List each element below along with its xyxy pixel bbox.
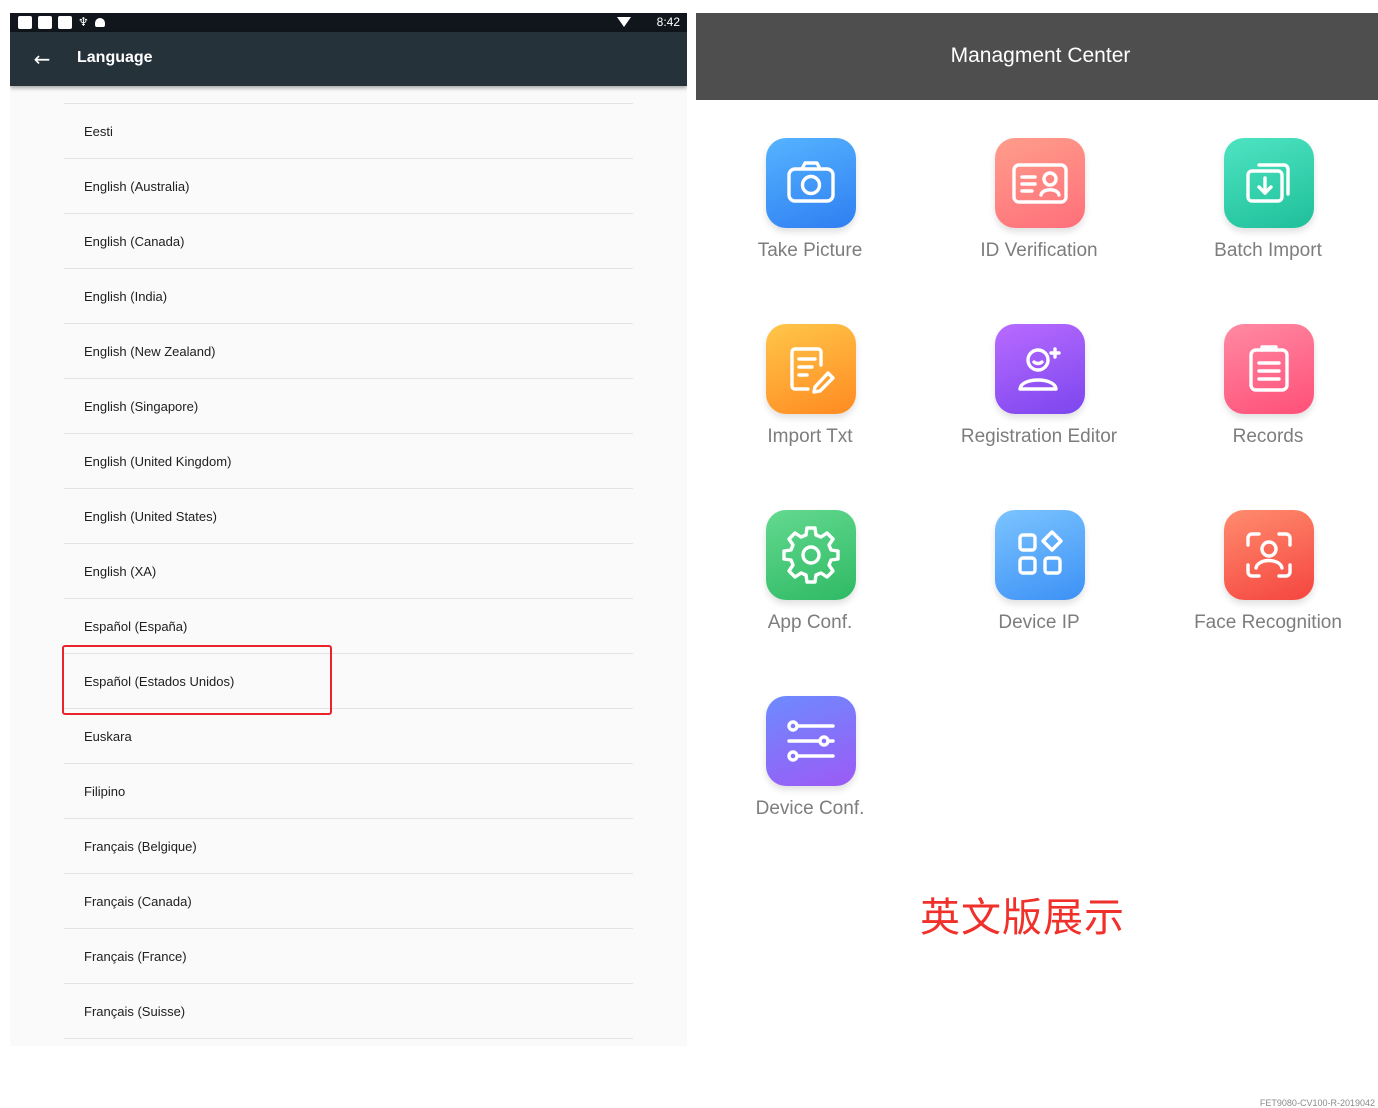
tile-id-verification[interactable]: ID Verification [925, 138, 1153, 288]
language-label: English (India) [84, 289, 168, 304]
notification-icon [18, 16, 32, 29]
tile-label: Face Recognition [1194, 612, 1342, 633]
tile-label: Registration Editor [960, 426, 1118, 447]
tile-import-txt[interactable]: Import Txt [696, 324, 924, 474]
app-conf-icon [766, 510, 856, 600]
records-icon [1224, 324, 1314, 414]
caption-english-version: 英文版展示 [920, 895, 1125, 941]
language-item[interactable]: English (Canada) [64, 214, 633, 269]
android-debug-icon [94, 18, 105, 27]
language-label: English (Singapore) [84, 399, 199, 414]
language-label: English (United Kingdom) [84, 454, 232, 469]
notification-icon [58, 16, 72, 29]
language-item[interactable]: English (United Kingdom) [64, 434, 633, 489]
tile-label: Take Picture [757, 240, 863, 261]
page-title: Language [77, 49, 153, 66]
camera-icon [766, 138, 856, 228]
tile-label: App Conf. [767, 612, 853, 633]
notification-icons: ♆ [18, 16, 105, 29]
tile-label: ID Verification [980, 240, 1098, 261]
language-item[interactable]: Français (Belgique) [64, 819, 633, 874]
language-item[interactable]: Français (Canada) [64, 874, 633, 929]
tile-label: Records [1232, 426, 1304, 447]
language-label: English (New Zealand) [84, 344, 216, 359]
language-settings-screen: ♆ 8:42 ← Language Eesti English (Australi… [10, 13, 687, 1046]
back-arrow-icon[interactable]: ← [29, 46, 55, 72]
tile-label: Device Conf. [755, 798, 865, 819]
tile-records[interactable]: Records [1154, 324, 1378, 474]
tile-face-recognition[interactable]: Face Recognition [1154, 510, 1378, 660]
tile-label: Device IP [998, 612, 1080, 633]
tile-device-ip[interactable]: Device IP [925, 510, 1153, 660]
language-item[interactable]: Eesti [64, 104, 633, 159]
tile-label: Batch Import [1214, 240, 1322, 261]
device-conf-icon [766, 696, 856, 786]
language-label: English (Canada) [84, 234, 185, 249]
language-label: English (Australia) [84, 179, 190, 194]
language-item[interactable]: English (XA) [64, 544, 633, 599]
language-item[interactable]: English (United States) [64, 489, 633, 544]
tile-registration-editor[interactable]: Registration Editor [925, 324, 1153, 474]
language-label: Eesti [84, 124, 113, 139]
import-txt-icon [766, 324, 856, 414]
language-label: Français (France) [84, 949, 187, 964]
batch-import-icon [1224, 138, 1314, 228]
tile-device-conf[interactable]: Device Conf. [696, 696, 924, 846]
language-label: Français (Suisse) [84, 1004, 186, 1019]
language-label: Filipino [84, 784, 126, 799]
composite-screenshot: ♆ 8:42 ← Language Eesti English (Australi… [0, 0, 1378, 1108]
wifi-icon [617, 17, 631, 27]
language-item[interactable]: English (New Zealand) [64, 324, 633, 379]
document-code: FET9080-CV100-R-2019042 [1259, 1098, 1375, 1108]
app-toolbar: ← Language [10, 32, 687, 86]
language-item[interactable]: Français (Suisse) [64, 984, 633, 1039]
management-header: Managment Center [696, 13, 1378, 100]
id-card-icon [995, 138, 1085, 228]
language-list: Eesti English (Australia) English (Canada)… [62, 103, 633, 1039]
language-item[interactable]: Filipino [64, 764, 633, 819]
management-title: Managment Center [950, 44, 1131, 67]
language-label: Français (Canada) [84, 894, 192, 909]
language-label: Español (España) [84, 619, 188, 634]
device-ip-icon [995, 510, 1085, 600]
language-label: Euskara [84, 729, 132, 744]
tile-app-conf[interactable]: App Conf. [696, 510, 924, 660]
language-label: Español (Estados Unidos) [84, 674, 235, 689]
language-label: Français (Belgique) [84, 839, 197, 854]
language-item[interactable]: Euskara [64, 709, 633, 764]
face-recognition-icon [1224, 510, 1314, 600]
notification-icon [38, 16, 52, 29]
language-item[interactable]: Français (France) [64, 929, 633, 984]
language-item[interactable]: English (Australia) [64, 159, 633, 214]
usb-icon: ♆ [78, 15, 89, 29]
language-label: English (XA) [84, 564, 157, 579]
tile-take-picture[interactable]: Take Picture [696, 138, 924, 288]
language-item[interactable]: English (Singapore) [64, 379, 633, 434]
language-label: English (United States) [84, 509, 217, 524]
registration-editor-icon [995, 324, 1085, 414]
language-item[interactable]: English (India) [64, 269, 633, 324]
language-item-selected[interactable]: Español (Estados Unidos) [62, 645, 633, 715]
tile-label: Import Txt [767, 426, 853, 447]
status-bar: ♆ 8:42 [10, 13, 687, 32]
tile-batch-import[interactable]: Batch Import [1154, 138, 1378, 288]
status-clock: 8:42 [656, 15, 680, 29]
